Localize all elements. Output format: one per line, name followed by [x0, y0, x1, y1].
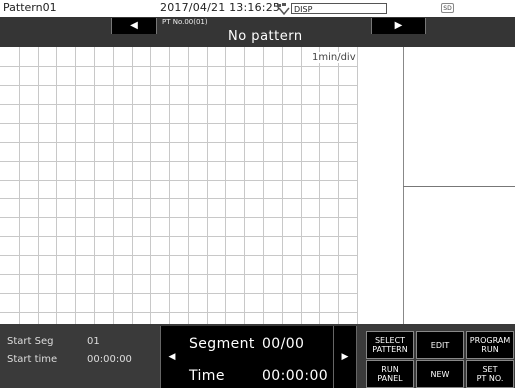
prev-segment-button[interactable]: ◀: [160, 326, 184, 388]
select-pattern-button[interactable]: SELECT PATTERN: [366, 331, 414, 359]
prev-pattern-button[interactable]: ◀: [111, 18, 157, 34]
set-pt-no-button[interactable]: SET PT NO.: [466, 360, 514, 388]
network-icon: [277, 3, 290, 16]
sd-card-icon: SD: [441, 3, 454, 13]
segment-label: Segment: [189, 336, 255, 352]
segment-value: 00/00: [262, 336, 305, 352]
start-time-label: Start time: [7, 354, 58, 365]
time-scale-label: 1min/div: [312, 52, 356, 63]
edit-button[interactable]: EDIT: [416, 331, 464, 359]
time-value: 00:00:00: [262, 368, 329, 384]
start-seg-label: Start Seg: [7, 336, 54, 347]
next-pattern-button[interactable]: ▶: [371, 18, 426, 34]
run-panel-button[interactable]: RUN PANEL: [366, 360, 414, 388]
next-segment-button[interactable]: ▶: [333, 326, 357, 388]
program-run-button[interactable]: PROGRAM RUN: [466, 331, 514, 359]
start-seg-value: 01: [87, 336, 100, 347]
time-label: Time: [189, 368, 225, 384]
chart-grid: [0, 47, 358, 324]
display-field[interactable]: DISP: [291, 3, 387, 14]
pattern-number: PT No.00(01): [162, 18, 208, 26]
new-button[interactable]: NEW: [416, 360, 464, 388]
side-panel-divider: [403, 186, 515, 187]
datetime-display: 2017/04/21 13:16:25: [160, 1, 281, 14]
pattern-chart: [0, 47, 358, 324]
window-title: Pattern01: [3, 1, 57, 14]
start-time-value: 00:00:00: [87, 354, 132, 365]
pattern-name: No pattern: [228, 29, 303, 44]
status-bar: Pattern01 2017/04/21 13:16:25 DISP SD: [0, 0, 515, 18]
